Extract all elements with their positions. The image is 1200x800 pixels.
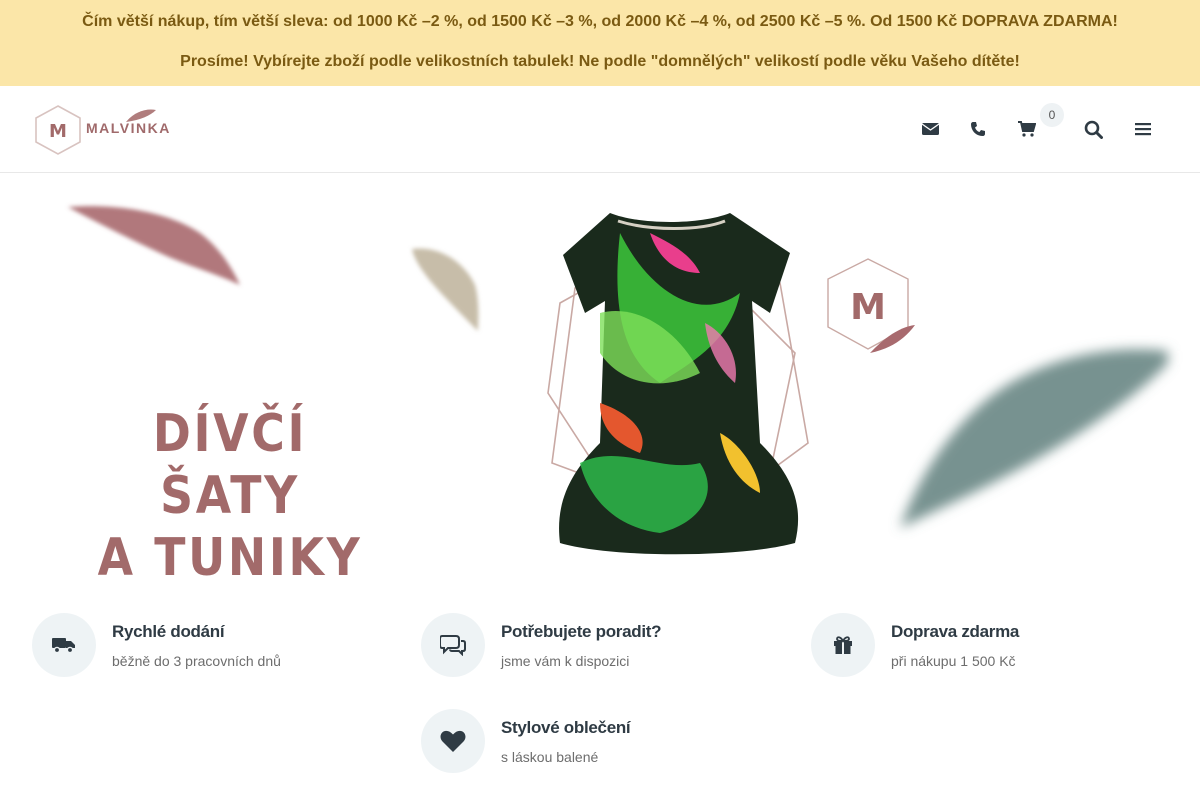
logo[interactable]: M MALVINKA <box>32 104 169 156</box>
menu-icon[interactable] <box>1132 118 1154 140</box>
svg-text:M: M <box>49 121 67 142</box>
feature-title: Doprava zdarma <box>891 622 1020 641</box>
phone-icon[interactable] <box>967 118 989 140</box>
feature-fast-delivery: Rychlé dodání běžně do 3 pracovních dnů <box>32 613 392 683</box>
hero-banner[interactable]: M DÍVČÍ ŠATY A TUNIKY <box>0 173 1200 588</box>
site-header: M MALVINKA 0 <box>0 86 1200 173</box>
promo-discount-text: Čím větší nákup, tím větší sleva: od 100… <box>82 13 1118 30</box>
svg-text:M: M <box>850 287 886 328</box>
gift-icon <box>811 613 875 677</box>
envelope-icon[interactable] <box>919 118 941 140</box>
heart-icon <box>421 709 485 773</box>
promo-bar: Čím větší nákup, tím větší sleva: od 100… <box>0 0 1200 86</box>
truck-icon <box>32 613 96 677</box>
teal-feather-icon <box>900 349 1168 528</box>
cart-icon[interactable] <box>1016 118 1038 140</box>
chat-icon <box>421 613 485 677</box>
brand-badge-icon: M <box>827 258 915 353</box>
rose-feather-icon <box>68 206 240 285</box>
feature-advice: Potřebujete poradit? jsme vám k dispozic… <box>421 613 781 683</box>
feature-stylish-clothing: Stylové oblečení s láskou balené <box>421 709 781 779</box>
beige-feather-icon <box>412 248 479 331</box>
feature-title: Rychlé dodání <box>112 622 225 641</box>
feature-title: Potřebujete poradit? <box>501 622 662 641</box>
cart-count-badge[interactable]: 0 <box>1040 103 1064 127</box>
product-dress-image <box>559 213 799 555</box>
logo-hexagon-icon: M <box>35 105 81 155</box>
feather-icon <box>126 109 156 122</box>
search-icon[interactable] <box>1082 118 1104 140</box>
feature-title: Stylové oblečení <box>501 718 631 737</box>
promo-size-notice: Prosíme! Vybírejte zboží podle velikostn… <box>180 53 1020 70</box>
hero-title-line2: A TUNIKY <box>97 528 363 588</box>
feature-subtitle: běžně do 3 pracovních dnů <box>112 653 281 669</box>
feature-free-shipping: Doprava zdarma při nákupu 1 500 Kč <box>811 613 1171 683</box>
hero-title: DÍVČÍ ŠATY A TUNIKY <box>80 403 379 589</box>
hero-title-line1: DÍVČÍ ŠATY <box>152 404 308 526</box>
feature-subtitle: s láskou balené <box>501 749 599 765</box>
feature-subtitle: při nákupu 1 500 Kč <box>891 653 1016 669</box>
feature-subtitle: jsme vám k dispozici <box>501 653 630 669</box>
